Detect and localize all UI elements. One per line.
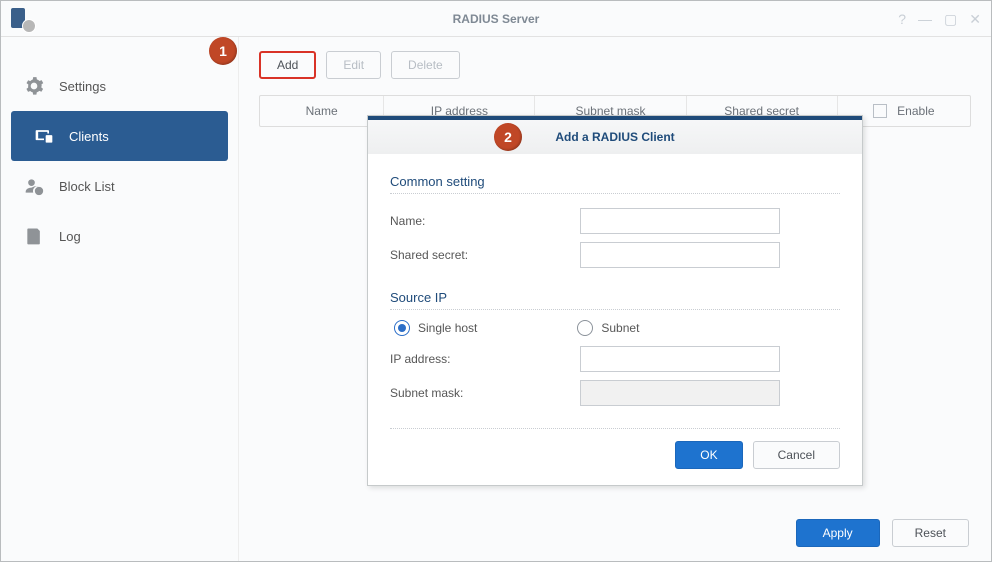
devices-icon (33, 125, 55, 147)
sidebar-item-settings[interactable]: Settings (1, 61, 238, 111)
label-secret: Shared secret: (390, 248, 580, 262)
apply-button[interactable]: Apply (796, 519, 880, 547)
modal-backdrop: 2 Add a RADIUS Client Common setting Nam… (239, 107, 991, 501)
radio-single-host[interactable]: Single host (394, 320, 477, 336)
window-controls: ? — ▢ ✕ (898, 12, 981, 26)
block-user-icon (23, 175, 45, 197)
label-ip: IP address: (390, 352, 580, 366)
sidebar-item-block-list[interactable]: Block List (1, 161, 238, 211)
reset-button[interactable]: Reset (892, 519, 969, 547)
edit-button[interactable]: Edit (326, 51, 381, 79)
ip-address-input[interactable] (580, 346, 780, 372)
content-area: 1 Add Edit Delete Name IP address Subnet… (239, 37, 991, 561)
radio-icon (394, 320, 410, 336)
section-common-title: Common setting (390, 174, 840, 189)
log-icon (23, 225, 45, 247)
add-client-dialog: 2 Add a RADIUS Client Common setting Nam… (367, 115, 863, 486)
page-footer-buttons: Apply Reset (796, 519, 969, 547)
sidebar: Settings Clients Block List Log (1, 37, 239, 561)
maximize-icon[interactable]: ▢ (944, 12, 957, 26)
minimize-icon[interactable]: — (918, 12, 932, 26)
radio-subnet[interactable]: Subnet (577, 320, 639, 336)
label-mask: Subnet mask: (390, 386, 580, 400)
gear-icon (23, 75, 45, 97)
cancel-button[interactable]: Cancel (753, 441, 840, 469)
delete-button[interactable]: Delete (391, 51, 460, 79)
callout-1: 1 (209, 37, 237, 65)
subnet-mask-input (580, 380, 780, 406)
sidebar-item-label: Clients (69, 129, 109, 144)
radio-icon (577, 320, 593, 336)
sidebar-item-log[interactable]: Log (1, 211, 238, 261)
dialog-title: Add a RADIUS Client (555, 130, 674, 144)
section-source-title: Source IP (390, 290, 840, 305)
app-window: RADIUS Server ? — ▢ ✕ Settings Clients (0, 0, 992, 562)
dialog-title-bar: 2 Add a RADIUS Client (368, 116, 862, 154)
radio-subnet-label: Subnet (601, 321, 639, 335)
toolbar: Add Edit Delete (259, 51, 971, 79)
app-icon (11, 8, 33, 30)
radio-single-label: Single host (418, 321, 477, 335)
callout-2: 2 (494, 123, 522, 151)
help-icon[interactable]: ? (898, 12, 906, 26)
sidebar-item-label: Settings (59, 79, 106, 94)
dialog-footer: OK Cancel (390, 428, 840, 485)
label-name: Name: (390, 214, 580, 228)
title-bar: RADIUS Server ? — ▢ ✕ (1, 1, 991, 37)
sidebar-item-label: Log (59, 229, 81, 244)
ok-button[interactable]: OK (675, 441, 742, 469)
name-input[interactable] (580, 208, 780, 234)
add-button[interactable]: Add (259, 51, 316, 79)
sidebar-item-label: Block List (59, 179, 115, 194)
shared-secret-input[interactable] (580, 242, 780, 268)
close-icon[interactable]: ✕ (969, 12, 981, 26)
sidebar-item-clients[interactable]: Clients (11, 111, 228, 161)
window-title: RADIUS Server (1, 12, 991, 26)
